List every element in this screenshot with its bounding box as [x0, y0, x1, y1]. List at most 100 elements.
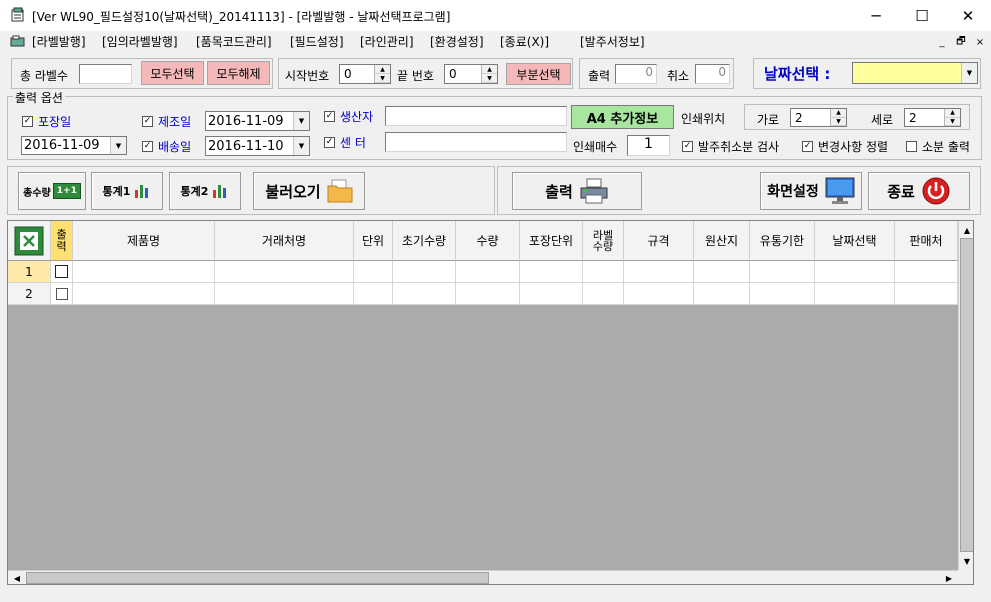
vertical-scroll-thumb[interactable] — [960, 238, 973, 552]
col-header-label-qty[interactable]: 라벨수량 — [583, 221, 624, 261]
ship-date-checkbox[interactable]: ✓ 배송일 — [142, 138, 191, 155]
table-cell[interactable] — [520, 261, 583, 283]
small-output-checkbox[interactable]: 소분 출력 — [906, 138, 970, 155]
table-cell[interactable] — [624, 283, 694, 305]
minimize-button[interactable]: ─ — [853, 0, 899, 31]
table-cell[interactable] — [215, 283, 354, 305]
vertical-spinner[interactable]: 2 ▲ ▼ — [904, 108, 961, 127]
col-header-seller[interactable]: 판매처 — [895, 221, 958, 261]
spin-down-icon[interactable]: ▼ — [831, 117, 846, 126]
scroll-left-icon[interactable]: ◀ — [9, 571, 25, 584]
row-print-checkbox[interactable] — [51, 261, 73, 283]
row-print-checkbox[interactable] — [51, 283, 73, 305]
start-number-spinner[interactable]: 0 ▲ ▼ — [339, 64, 391, 84]
scroll-right-icon[interactable]: ▶ — [941, 571, 957, 584]
dropdown-arrow-icon[interactable]: ▼ — [293, 112, 309, 130]
select-all-button[interactable]: 모두선택 — [141, 61, 204, 85]
col-header-print[interactable]: 출력 — [51, 221, 73, 261]
table-cell[interactable] — [520, 283, 583, 305]
print-count-input[interactable]: 0 — [615, 64, 657, 84]
table-cell[interactable] — [393, 283, 456, 305]
table-cell[interactable] — [694, 283, 750, 305]
exit-button[interactable]: 종료 — [868, 172, 970, 210]
col-header-product[interactable]: 제품명 — [73, 221, 215, 261]
table-cell[interactable] — [815, 261, 895, 283]
table-cell[interactable] — [215, 261, 354, 283]
col-header-origin[interactable]: 원산지 — [694, 221, 750, 261]
end-number-spinner[interactable]: 0 ▲ ▼ — [444, 64, 498, 84]
menu-custom-label[interactable]: [임의라벨발행] — [102, 33, 178, 50]
copies-input[interactable]: 1 — [627, 135, 670, 156]
mfg-date-checkbox[interactable]: ✓ 제조일 — [142, 113, 191, 130]
data-grid[interactable]: 출력 제품명 거래처명 단위 초기수량 수량 포장단위 라벨수량 규격 원산지 … — [7, 220, 974, 585]
mdi-minimize-button[interactable]: _ — [934, 35, 950, 49]
col-header-qty[interactable]: 수량 — [456, 221, 520, 261]
table-cell[interactable] — [73, 283, 215, 305]
scroll-up-icon[interactable]: ▲ — [960, 222, 973, 238]
cancel-count-input[interactable]: 0 — [695, 64, 730, 84]
table-cell[interactable] — [393, 261, 456, 283]
partial-select-button[interactable]: 부분선택 — [506, 63, 571, 85]
mdi-restore-button[interactable]: 🗗 — [953, 35, 969, 49]
table-cell[interactable] — [456, 261, 520, 283]
load-button[interactable]: 불러오기 — [253, 172, 365, 210]
col-header-pack-unit[interactable]: 포장단위 — [520, 221, 583, 261]
pack-date-picker[interactable]: 2016-11-09 ▼ — [21, 136, 127, 155]
producer-checkbox[interactable]: ✓ 생산자 — [324, 108, 373, 125]
sort-changes-checkbox[interactable]: ✓ 변경사항 정렬 — [802, 138, 888, 155]
table-cell[interactable] — [895, 283, 958, 305]
table-cell[interactable] — [354, 261, 393, 283]
spin-up-icon[interactable]: ▲ — [831, 109, 846, 118]
scroll-down-icon[interactable]: ▼ — [960, 553, 973, 569]
table-cell[interactable] — [750, 261, 815, 283]
spin-up-icon[interactable]: ▲ — [945, 109, 960, 118]
col-header-date-select[interactable]: 날짜선택 — [815, 221, 895, 261]
cancel-check-checkbox[interactable]: ✓ 발주취소분 검사 — [682, 138, 779, 155]
spin-down-icon[interactable]: ▼ — [482, 74, 497, 83]
stats1-button[interactable]: 통계1 — [91, 172, 163, 210]
table-cell[interactable] — [624, 261, 694, 283]
horizontal-spinner[interactable]: 2 ▲ ▼ — [790, 108, 847, 127]
table-cell[interactable] — [583, 283, 624, 305]
table-cell[interactable] — [694, 261, 750, 283]
dropdown-arrow-icon[interactable]: ▼ — [293, 137, 309, 155]
table-cell[interactable] — [456, 283, 520, 305]
col-header-initial-qty[interactable]: 초기수량 — [393, 221, 456, 261]
deselect-all-button[interactable]: 모두해제 — [207, 61, 270, 85]
maximize-button[interactable]: ☐ — [899, 0, 945, 31]
col-header-unit[interactable]: 단위 — [354, 221, 393, 261]
table-cell[interactable] — [750, 283, 815, 305]
producer-input[interactable] — [385, 106, 567, 126]
menu-environment[interactable]: [환경설정] — [430, 33, 484, 50]
spin-up-icon[interactable]: ▲ — [375, 65, 390, 74]
a4-extra-info-button[interactable]: A4 추가정보 — [571, 105, 674, 129]
table-cell[interactable] — [895, 261, 958, 283]
dropdown-arrow-icon[interactable]: ▼ — [110, 137, 126, 154]
table-cell[interactable] — [354, 283, 393, 305]
table-cell[interactable] — [583, 261, 624, 283]
print-button[interactable]: 출력 — [512, 172, 642, 210]
menu-exit[interactable]: [종료(X)] — [500, 33, 549, 50]
spin-up-icon[interactable]: ▲ — [482, 65, 497, 74]
excel-export-button[interactable] — [8, 221, 51, 261]
stats2-button[interactable]: 통계2 — [169, 172, 241, 210]
center-checkbox[interactable]: ✓ 센 터 — [324, 134, 366, 151]
pack-date-checkbox[interactable]: ✓ 포장일 — [22, 113, 71, 130]
col-header-client[interactable]: 거래처명 — [215, 221, 354, 261]
ship-date-picker[interactable]: 2016-11-10 ▼ — [205, 136, 310, 156]
table-cell[interactable] — [815, 283, 895, 305]
row-header[interactable]: 2 — [8, 283, 51, 305]
horizontal-scroll-thumb[interactable] — [26, 572, 489, 584]
spin-down-icon[interactable]: ▼ — [945, 117, 960, 126]
menu-label-issue[interactable]: [라벨발행] — [32, 33, 86, 50]
total-input[interactable] — [79, 64, 132, 84]
close-button[interactable]: ✕ — [945, 0, 991, 31]
center-input[interactable] — [385, 132, 567, 152]
row-header[interactable]: 1 — [8, 261, 51, 283]
col-header-expiry[interactable]: 유통기한 — [750, 221, 815, 261]
menu-item-code[interactable]: [품목코드관리] — [196, 33, 272, 50]
table-cell[interactable] — [73, 261, 215, 283]
vertical-scrollbar[interactable]: ▲ ▼ — [958, 221, 973, 570]
menu-line-management[interactable]: [라인관리] — [360, 33, 414, 50]
menu-order-info[interactable]: [발주서정보] — [580, 33, 645, 50]
